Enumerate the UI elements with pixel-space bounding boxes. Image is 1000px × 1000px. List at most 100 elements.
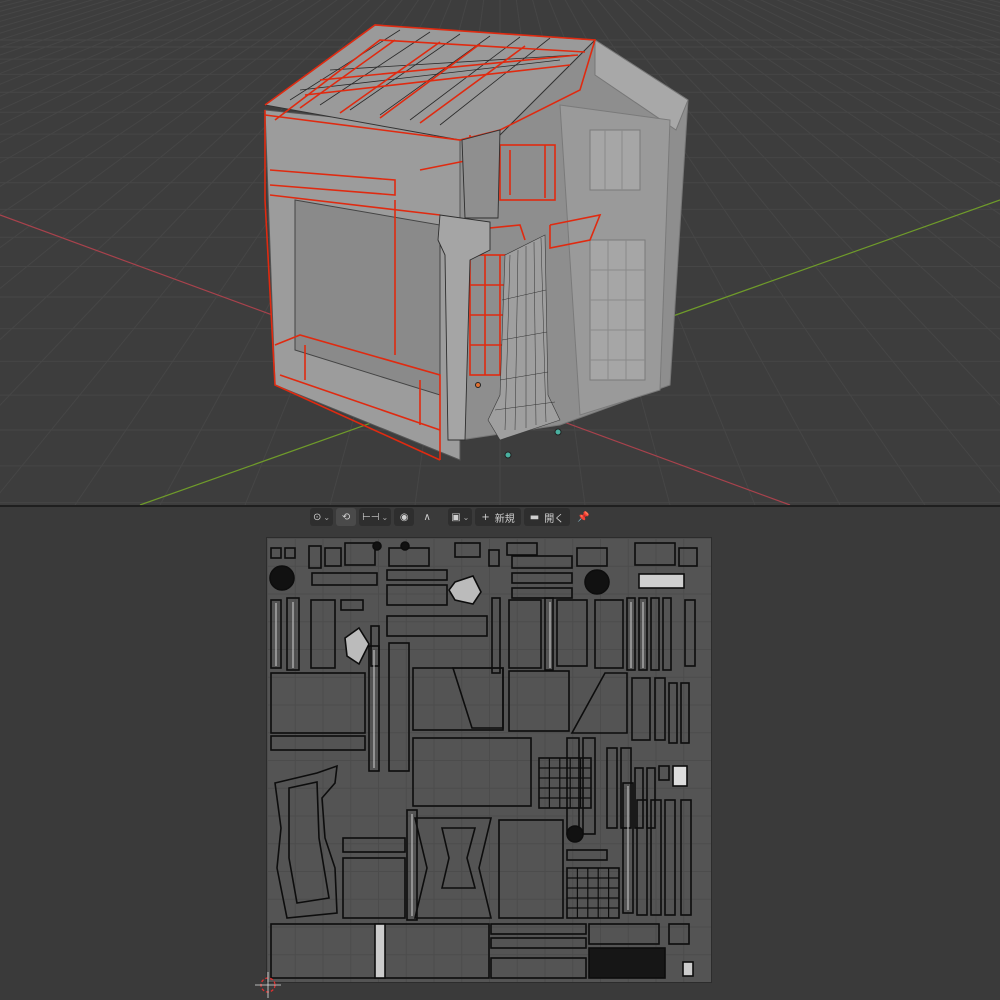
uv-island — [566, 737, 580, 835]
uv-island — [636, 799, 648, 916]
uv-island — [412, 737, 532, 807]
uv-grid[interactable] — [266, 537, 712, 983]
uv-island — [498, 819, 564, 919]
uv-island — [588, 947, 666, 979]
image-icon: ▣ — [451, 511, 461, 523]
uv-island — [511, 572, 573, 584]
pin-button[interactable]: 📌 — [573, 508, 593, 526]
uv-island — [340, 599, 364, 611]
uv-island — [284, 547, 296, 559]
uv-island — [506, 542, 538, 556]
uv-island — [606, 747, 618, 829]
uv-island — [678, 547, 698, 567]
uv-islands[interactable] — [267, 538, 711, 982]
chevron-down-icon: ⌄ — [462, 512, 470, 522]
new-image-label: 新規 — [494, 513, 515, 525]
uv-island — [658, 765, 670, 781]
sticky-selection-button[interactable]: ⟲ — [336, 508, 357, 526]
uv-island — [451, 667, 504, 729]
uv-island — [440, 827, 477, 889]
uv-island — [342, 857, 406, 919]
uv-island — [631, 677, 651, 741]
pivot-icon: ⊙ — [313, 511, 322, 523]
uv-island — [388, 642, 410, 772]
uv-island — [386, 584, 448, 606]
uv-island — [566, 849, 608, 861]
open-image-label: 開く — [544, 513, 565, 525]
uv-island — [412, 667, 504, 731]
uv-island — [650, 799, 662, 916]
uv-island — [270, 735, 366, 751]
chevron-down-icon: ⌄ — [323, 512, 331, 522]
uv-island — [490, 937, 587, 949]
uv-editor[interactable]: ⊙ ⌄ ⟲ ⊢⊣ ⌄ ◉ ∧ ▣ ⌄ + 新規 ▬ 開く 📌 — [0, 507, 1000, 1000]
uv-island — [490, 923, 587, 935]
viewport-canvas[interactable] — [0, 0, 1000, 505]
uv-island — [672, 765, 688, 787]
uv-island — [511, 555, 573, 569]
falloff-button[interactable]: ∧ — [417, 508, 437, 526]
uv-island — [274, 764, 338, 919]
uv-island — [269, 565, 295, 591]
uv-island — [270, 547, 282, 559]
proportional-edit-icon: ◉ — [399, 511, 409, 523]
lower-door — [589, 239, 646, 381]
uv-island — [576, 547, 608, 567]
snap-button[interactable]: ⊢⊣ ⌄ — [359, 508, 392, 526]
uv-island — [680, 799, 692, 916]
uv-island — [508, 670, 570, 732]
uv-island — [310, 599, 336, 669]
chevron-down-icon: ⌄ — [381, 512, 389, 522]
uv-island — [448, 575, 482, 605]
2d-cursor-icon[interactable] — [255, 972, 281, 1000]
uv-island — [638, 573, 685, 589]
proportional-edit-button[interactable]: ◉ — [394, 508, 415, 526]
uv-island — [570, 672, 628, 734]
falloff-icon: ∧ — [423, 511, 431, 523]
uv-island — [680, 682, 690, 744]
uv-island — [288, 781, 330, 904]
uv-island — [582, 737, 596, 835]
uv-island — [388, 547, 430, 567]
upper-window — [589, 129, 641, 191]
uv-island — [490, 957, 587, 979]
uv-island — [566, 867, 620, 919]
uv-island — [454, 542, 481, 558]
uv-island — [400, 541, 410, 551]
building-mesh[interactable] — [263, 24, 689, 461]
3d-viewport[interactable] — [0, 0, 1000, 505]
uv-island — [594, 599, 624, 669]
uv-island — [668, 923, 690, 945]
uv-island — [588, 923, 660, 945]
uv-island — [682, 961, 694, 977]
pin-icon: 📌 — [576, 511, 590, 523]
uv-island — [511, 587, 573, 599]
uv-island — [650, 597, 660, 671]
uv-island — [386, 569, 448, 581]
uv-island — [344, 542, 376, 566]
uv-island — [556, 599, 588, 667]
open-image-button[interactable]: ▬ 開く — [523, 508, 571, 526]
uv-island — [308, 545, 322, 569]
uv-island — [386, 615, 488, 637]
uv-island — [584, 569, 610, 595]
uv-editor-header: ⊙ ⌄ ⟲ ⊢⊣ ⌄ ◉ ∧ ▣ ⌄ + 新規 ▬ 開く 📌 — [310, 507, 593, 527]
uv-island — [654, 677, 666, 741]
uv-island — [372, 541, 382, 551]
image-browse-button[interactable]: ▣ ⌄ — [448, 508, 473, 526]
uv-island — [488, 549, 500, 567]
uv-island — [324, 547, 342, 567]
uv-island — [344, 626, 370, 666]
uv-island — [508, 599, 542, 669]
uv-island — [668, 682, 678, 744]
uv-island — [664, 799, 676, 916]
uv-island — [634, 542, 676, 566]
uv-island — [270, 672, 366, 734]
uv-island — [311, 572, 378, 586]
new-image-button[interactable]: + 新規 — [475, 508, 521, 526]
folder-icon: ▬ — [529, 511, 540, 523]
plus-icon: + — [481, 511, 490, 523]
uv-island — [413, 817, 493, 919]
pivot-point-button[interactable]: ⊙ ⌄ — [310, 508, 334, 526]
uv-island — [491, 597, 501, 674]
